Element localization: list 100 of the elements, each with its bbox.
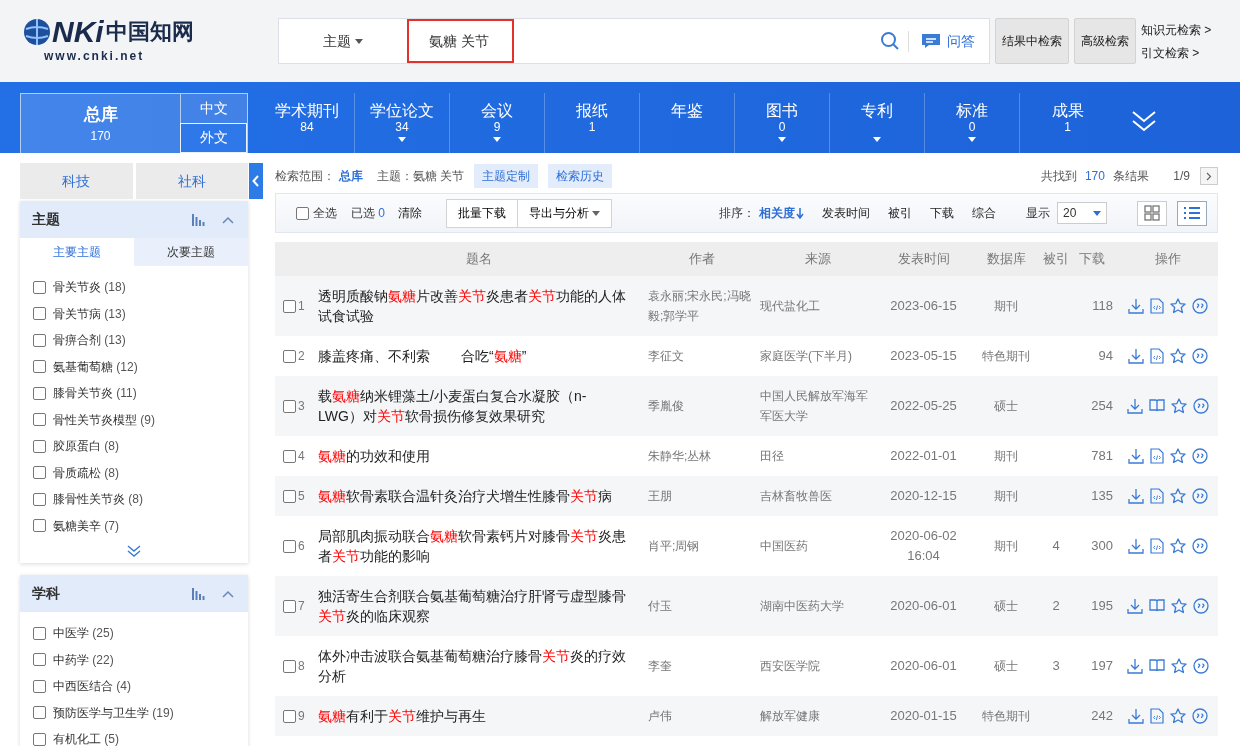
quote-icon[interactable] [1192, 598, 1209, 614]
result-title[interactable]: 载氨糖纳米锂藻土/小麦蛋白复合水凝胶（n-LWG）对关节软骨损伤修复效果研究 [318, 386, 628, 426]
batch-download-button[interactable]: 批量下载 [446, 198, 519, 228]
star-icon[interactable] [1170, 398, 1187, 414]
database-tab[interactable]: 专利 [830, 93, 925, 153]
html-file-icon[interactable] [1149, 298, 1164, 314]
star-icon[interactable] [1169, 538, 1186, 554]
filter-label[interactable]: 氨基葡萄糖 (12) [53, 357, 138, 376]
select-all-label[interactable]: 全选 [313, 204, 337, 222]
search-field[interactable]: 氨糖 关节 [407, 19, 514, 63]
download-icon[interactable] [1127, 298, 1144, 314]
database-tab[interactable]: 成果 1 [1020, 93, 1115, 153]
filter-label[interactable]: 骨质疏松 (8) [53, 463, 119, 482]
author-text[interactable]: 李奎 [648, 656, 756, 676]
result-title[interactable]: 独活寄生合剂联合氨基葡萄糖治疗肝肾亏虚型膝骨关节炎的临床观察 [318, 586, 628, 626]
result-title[interactable]: 体外冲击波联合氨基葡萄糖治疗膝骨关节炎的疗效分析 [318, 646, 628, 686]
tag-button[interactable]: 主题定制 [474, 164, 539, 188]
checkbox[interactable] [283, 539, 296, 553]
quote-icon[interactable] [1191, 538, 1208, 554]
star-icon[interactable] [1169, 348, 1186, 364]
book-icon[interactable] [1148, 658, 1165, 672]
source-text[interactable]: 中国人民解放军海军军医大学 [760, 386, 876, 426]
field-dropdown[interactable]: 主题 [279, 29, 407, 53]
checkbox[interactable] [283, 709, 296, 723]
sort-option[interactable]: 下载 [930, 204, 954, 222]
filter-label[interactable]: 骨性关节炎模型 (9) [53, 410, 155, 429]
collapse-sidebar-button[interactable] [249, 163, 263, 199]
source-text[interactable]: 田径 [760, 446, 876, 466]
checkbox[interactable] [283, 599, 296, 613]
source-text[interactable]: 西安医学院 [760, 656, 876, 676]
expand-icon[interactable] [1131, 109, 1157, 133]
result-title[interactable]: 氨糖的功效和使用 [318, 446, 628, 466]
checkbox[interactable] [283, 449, 296, 463]
checkbox[interactable] [283, 399, 296, 413]
result-title[interactable]: 氨糖有利于关节维护与再生 [318, 706, 628, 726]
author-text[interactable]: 季胤俊 [648, 396, 756, 416]
checkbox[interactable] [33, 439, 46, 453]
author-text[interactable]: 李征文 [648, 346, 756, 366]
source-text[interactable]: 现代盐化工 [760, 296, 876, 316]
author-text[interactable]: 肖平;周钢 [648, 536, 756, 556]
download-icon[interactable] [1127, 708, 1144, 724]
html-file-icon[interactable] [1149, 708, 1164, 724]
book-icon[interactable] [1148, 598, 1165, 612]
checkbox[interactable] [33, 492, 46, 506]
checkbox[interactable] [283, 349, 296, 363]
sort-option[interactable]: 被引 [888, 204, 912, 222]
language-tab[interactable]: 外文 [180, 122, 247, 153]
author-text[interactable]: 付玉 [648, 596, 756, 616]
checkbox[interactable] [33, 360, 46, 374]
filter-label[interactable]: 骨痹合剂 (13) [53, 331, 126, 350]
filter-label[interactable]: 中西医结合 (4) [53, 677, 131, 696]
checkbox[interactable] [33, 653, 46, 667]
filter-label[interactable]: 膝骨性关节炎 (8) [53, 490, 143, 509]
author-text[interactable]: 朱静华;丛林 [648, 446, 756, 466]
logo-mark[interactable]: NKi [52, 17, 104, 47]
expand-icon[interactable] [127, 545, 141, 557]
chart-icon[interactable] [192, 587, 206, 600]
source-text[interactable]: 吉林畜牧兽医 [760, 486, 876, 506]
download-icon[interactable] [1127, 538, 1144, 554]
grid-view-button[interactable] [1137, 200, 1167, 226]
quote-icon[interactable] [1191, 708, 1208, 724]
database-tab[interactable]: 会议 9 [450, 93, 545, 153]
subtab[interactable]: 次要主题 [134, 238, 248, 266]
sort-option[interactable]: 发表时间 [822, 204, 870, 222]
author-text[interactable]: 卢伟 [648, 706, 756, 726]
logo-name[interactable]: 中国知网 [105, 21, 194, 43]
result-title[interactable]: 透明质酸钠氨糖片改善关节炎患者关节功能的人体试食试验 [318, 286, 628, 326]
checkbox[interactable] [33, 333, 46, 347]
database-tab[interactable]: 学术期刊 84 [260, 93, 355, 153]
database-tab[interactable]: 学位论文 34 [355, 93, 450, 153]
total-tab[interactable]: 总库 170 [21, 94, 180, 153]
quote-icon[interactable] [1192, 398, 1209, 414]
database-tab[interactable]: 年鉴 [640, 93, 735, 153]
checkbox[interactable] [33, 626, 46, 640]
quote-icon[interactable] [1192, 658, 1209, 674]
star-icon[interactable] [1169, 448, 1186, 464]
filter-label[interactable]: 骨关节病 (13) [53, 304, 126, 323]
html-file-icon[interactable] [1149, 488, 1164, 504]
download-icon[interactable] [1127, 488, 1144, 504]
checkbox[interactable] [283, 489, 296, 503]
checkbox[interactable] [33, 732, 46, 746]
checkbox[interactable] [33, 307, 46, 321]
download-icon[interactable] [1126, 398, 1143, 414]
filter-label[interactable]: 骨关节炎 (18) [53, 278, 126, 297]
result-title[interactable]: 氨糖软骨素联合温针灸治疗犬增生性膝骨关节病 [318, 486, 628, 506]
html-file-icon[interactable] [1149, 348, 1164, 364]
language-tab[interactable]: 中文 [180, 94, 247, 123]
html-file-icon[interactable] [1149, 448, 1164, 464]
source-text[interactable]: 解放军健康 [760, 706, 876, 726]
list-view-button[interactable] [1177, 200, 1207, 226]
author-text[interactable]: 袁永丽;宋永民;冯晓毅;郭学平 [648, 286, 756, 326]
checkbox[interactable] [33, 413, 46, 427]
filter-label[interactable]: 中药学 (22) [53, 650, 114, 669]
star-icon[interactable] [1169, 488, 1186, 504]
search-icon[interactable] [880, 31, 900, 52]
download-icon[interactable] [1126, 658, 1143, 674]
filter-label[interactable]: 膝骨关节炎 (11) [53, 384, 137, 403]
category-tab[interactable]: 科技 [20, 163, 133, 199]
search-link[interactable]: 知识元检索 > [1141, 20, 1212, 39]
checkbox[interactable] [283, 299, 296, 313]
